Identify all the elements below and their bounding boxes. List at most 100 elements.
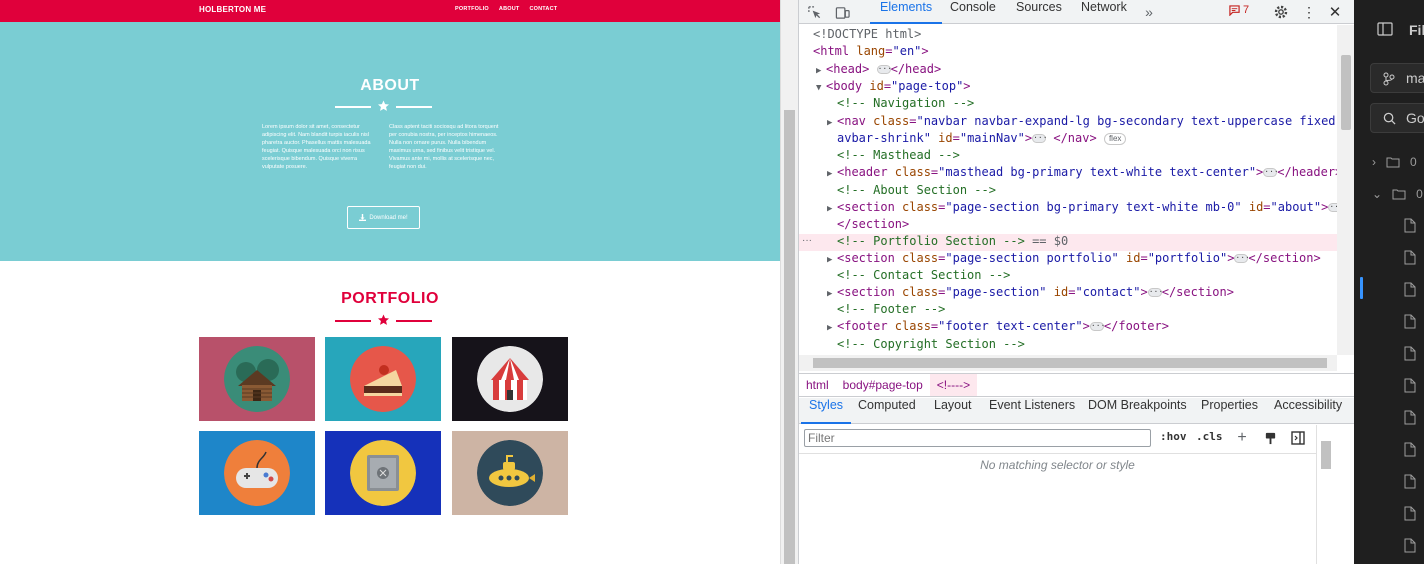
paint-brush-icon[interactable]: [1261, 429, 1279, 447]
file-icon[interactable]: [1404, 282, 1416, 302]
file-icon[interactable]: [1404, 506, 1416, 526]
issues-icon: [1229, 4, 1240, 16]
folder-name: 0: [1416, 187, 1423, 201]
dom-comment-about[interactable]: <!-- About Section -->: [837, 183, 996, 200]
breadcrumb-body[interactable]: body#page-top: [836, 374, 930, 396]
file-icon[interactable]: [1404, 314, 1416, 334]
file-icon[interactable]: [1404, 250, 1416, 270]
dom-comment-portfolio-selected[interactable]: <!-- Portfolio Section --> == $0: [799, 234, 1337, 251]
settings-gear-icon[interactable]: [1272, 3, 1290, 21]
download-button-label: Download me!: [369, 214, 408, 221]
cabin-icon: [224, 346, 290, 412]
toggle-sidebar-icon[interactable]: [1289, 429, 1307, 447]
tab-properties[interactable]: Properties: [1201, 398, 1258, 424]
submarine-icon: [477, 440, 543, 506]
tab-event-listeners[interactable]: Event Listeners: [989, 398, 1075, 424]
issues-badge[interactable]: 7: [1229, 4, 1249, 16]
new-rule-plus-icon[interactable]: +: [1233, 429, 1251, 447]
branch-selector[interactable]: ma: [1370, 63, 1424, 93]
dom-node-head[interactable]: ▶ <head> ···</head>: [816, 62, 941, 79]
kebab-menu-icon[interactable]: ⋮: [1300, 3, 1318, 21]
nav-link-about[interactable]: ABOUT: [499, 6, 520, 12]
about-section: ABOUT Lorem ipsum dolor sit amet, consec…: [0, 22, 780, 261]
styles-filter-input[interactable]: Filter: [804, 429, 1151, 447]
file-search-placeholder: Go: [1406, 110, 1424, 126]
elements-vertical-scrollbar[interactable]: [1337, 25, 1354, 355]
portfolio-item-circus[interactable]: [452, 337, 568, 421]
navbar-brand[interactable]: HOLBERTON ME: [199, 5, 266, 14]
styles-scrollbar[interactable]: [1316, 425, 1334, 564]
dom-node-header[interactable]: ▶ <header class="masthead bg-primary text…: [827, 165, 1337, 182]
portfolio-item-safe[interactable]: [325, 431, 441, 515]
download-button[interactable]: Download me!: [347, 206, 420, 229]
flex-badge[interactable]: flex: [1103, 132, 1127, 145]
tab-accessibility[interactable]: Accessibility: [1274, 398, 1342, 424]
cake-icon: [350, 346, 416, 412]
tab-sources[interactable]: Sources: [1016, 0, 1062, 24]
elements-horizontal-scrollbar[interactable]: [799, 355, 1337, 371]
branch-name: ma: [1406, 70, 1424, 86]
file-icon[interactable]: [1404, 474, 1416, 494]
tab-console[interactable]: Console: [950, 0, 996, 24]
tab-network[interactable]: Network: [1081, 0, 1127, 24]
row-menu-ellipsis[interactable]: ···: [802, 235, 812, 246]
website-viewport: HOLBERTON ME PORTFOLIO ABOUT CONTACT ABO…: [0, 0, 780, 564]
more-tabs-icon[interactable]: »: [1140, 3, 1158, 21]
dom-node-section-contact[interactable]: ▶ <section class="page-section" id="conta…: [827, 285, 1234, 302]
device-toolbar-icon[interactable]: [833, 3, 851, 21]
about-text-left: Lorem ipsum dolor sit amet, consectetur …: [262, 124, 371, 170]
active-file-indicator: [1360, 277, 1363, 299]
nav-link-contact[interactable]: CONTACT: [529, 6, 557, 12]
navbar: HOLBERTON ME PORTFOLIO ABOUT CONTACT: [0, 0, 780, 22]
tab-dom-breakpoints[interactable]: DOM Breakpoints: [1088, 398, 1187, 424]
dom-comment-contact[interactable]: <!-- Contact Section -->: [837, 268, 1010, 285]
portfolio-item-cabin[interactable]: [199, 337, 315, 421]
dom-node-body[interactable]: ▼ <body id="page-top">: [816, 79, 971, 96]
dom-comment-copyright[interactable]: <!-- Copyright Section -->: [837, 337, 1025, 354]
folder-row-1[interactable]: › 0: [1372, 155, 1417, 169]
portfolio-title: PORTFOLIO: [341, 290, 439, 307]
tab-elements[interactable]: Elements: [869, 0, 943, 24]
dom-comment-footer[interactable]: <!-- Footer -->: [837, 302, 945, 319]
no-matching-styles-text: No matching selector or style: [980, 458, 1135, 472]
dom-node-section-about[interactable]: ▶ <section class="page-section bg-primary…: [827, 200, 1337, 217]
download-icon: [359, 214, 367, 221]
tab-styles[interactable]: Styles: [800, 398, 852, 424]
file-icon[interactable]: [1404, 346, 1416, 366]
file-search-input[interactable]: Go: [1370, 103, 1424, 133]
file-icon[interactable]: [1404, 442, 1416, 462]
dom-node-html[interactable]: <html lang="en">: [813, 44, 929, 61]
tab-computed[interactable]: Computed: [858, 398, 916, 424]
file-icon[interactable]: [1404, 218, 1416, 238]
inspect-element-icon[interactable]: [805, 3, 823, 21]
tab-layout[interactable]: Layout: [934, 398, 972, 424]
close-icon[interactable]: ✕: [1326, 3, 1344, 21]
portfolio-item-submarine[interactable]: [452, 431, 568, 515]
dom-node-nav[interactable]: ▶ <nav class="navbar navbar-expand-lg bg-…: [827, 114, 1337, 131]
dom-node-footer[interactable]: ▶ <footer class="footer text-center">···<…: [827, 319, 1169, 336]
nav-link-portfolio[interactable]: PORTFOLIO: [455, 6, 489, 12]
portfolio-item-cake[interactable]: [325, 337, 441, 421]
explorer-title: Fil: [1409, 22, 1424, 38]
dom-node-section-portfolio[interactable]: ▶ <section class="page-section portfolio"…: [827, 251, 1321, 268]
hov-toggle[interactable]: :hov: [1160, 430, 1187, 443]
dom-comment-masthead[interactable]: <!-- Masthead -->: [837, 148, 960, 165]
portfolio-item-game[interactable]: [199, 431, 315, 515]
breadcrumb-html[interactable]: html: [799, 374, 836, 396]
chevron-right-icon: ›: [1372, 155, 1376, 169]
star-icon: [378, 100, 389, 111]
portfolio-divider: [335, 314, 432, 326]
sidebar-toggle-icon[interactable]: [1377, 21, 1393, 42]
folder-row-2[interactable]: ⌄ 0: [1372, 187, 1423, 201]
file-icon[interactable]: [1404, 378, 1416, 398]
page-scrollbar[interactable]: [780, 0, 798, 564]
dom-comment-navigation[interactable]: <!-- Navigation -->: [837, 96, 974, 113]
breadcrumb-comment[interactable]: <!---->: [929, 374, 978, 396]
cls-toggle[interactable]: .cls: [1196, 430, 1223, 443]
elements-tree: <!DOCTYPE html> <html lang="en"> ▶ <head>…: [799, 25, 1337, 355]
folder-open-icon: [1392, 189, 1406, 200]
dom-node-doctype[interactable]: <!DOCTYPE html>: [813, 27, 921, 44]
file-icon[interactable]: [1404, 538, 1416, 558]
file-icon[interactable]: [1404, 410, 1416, 430]
nav-links: PORTFOLIO ABOUT CONTACT: [455, 6, 557, 12]
